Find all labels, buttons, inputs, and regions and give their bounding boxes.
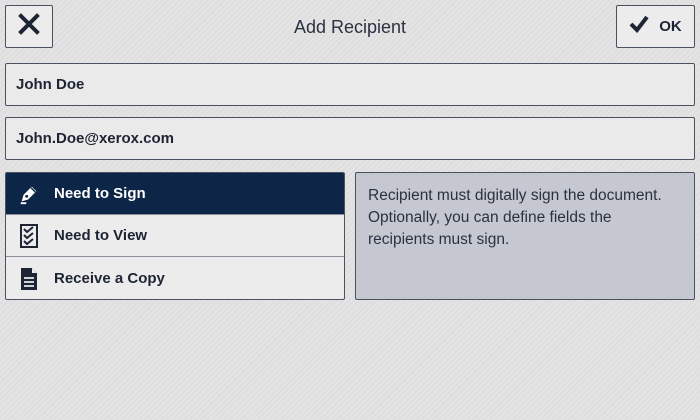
document-icon bbox=[18, 267, 40, 291]
ok-button[interactable]: OK bbox=[616, 5, 695, 48]
email-field[interactable]: John.Doe@xerox.com bbox=[5, 117, 695, 160]
recipient-role-list: Need to Sign Need to View Receive a Copy bbox=[5, 172, 345, 300]
option-receive-a-copy[interactable]: Receive a Copy bbox=[6, 257, 344, 299]
name-field[interactable]: John Doe bbox=[5, 63, 695, 106]
close-button[interactable] bbox=[5, 5, 53, 48]
ok-label: OK bbox=[659, 18, 682, 35]
option-label: Receive a Copy bbox=[54, 270, 165, 287]
option-need-to-sign[interactable]: Need to Sign bbox=[6, 173, 344, 215]
page-title: Add Recipient bbox=[293, 16, 407, 37]
top-bar: Add Recipient OK bbox=[0, 0, 700, 56]
option-label: Need to View bbox=[54, 227, 148, 244]
checkmark-icon bbox=[629, 15, 649, 38]
option-need-to-view[interactable]: Need to View bbox=[6, 215, 344, 257]
pen-icon bbox=[18, 182, 40, 206]
close-icon bbox=[18, 13, 40, 40]
role-description: Recipient must digitally sign the docume… bbox=[355, 172, 695, 300]
option-label: Need to Sign bbox=[54, 185, 146, 202]
checklist-icon bbox=[18, 223, 40, 248]
